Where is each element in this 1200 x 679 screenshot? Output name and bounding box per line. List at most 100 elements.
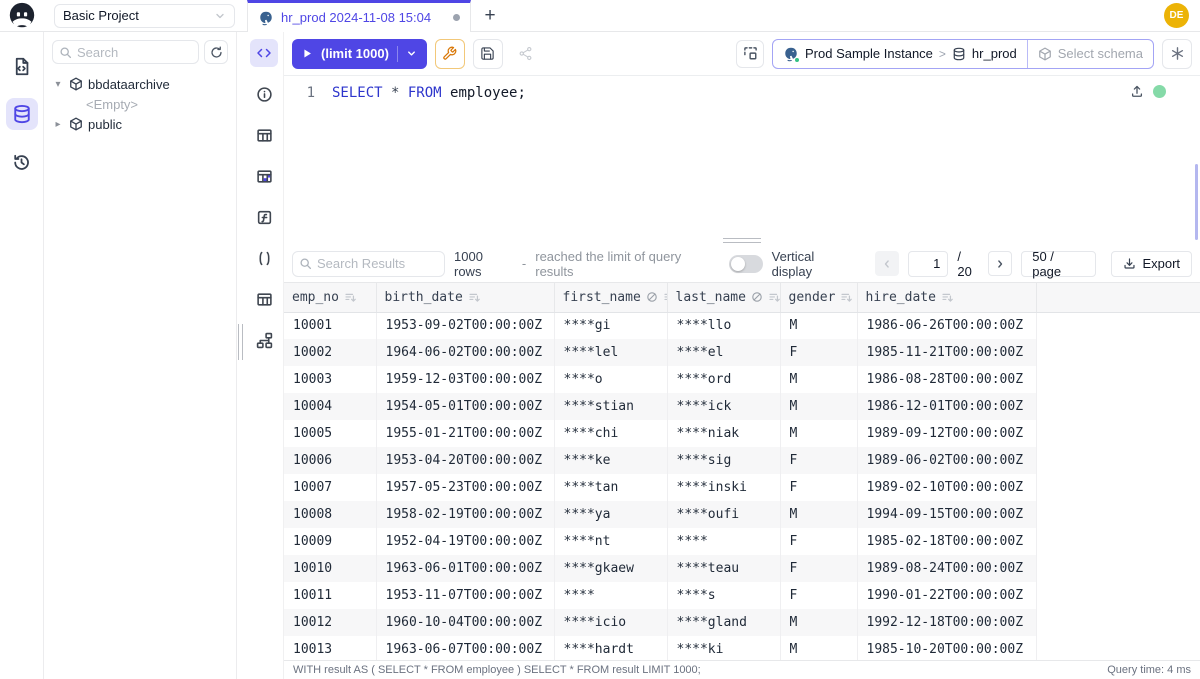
column-header-hire_date[interactable]: hire_date	[857, 283, 1036, 312]
vertical-display-toggle[interactable]	[729, 255, 763, 273]
sidebar-resize-handle[interactable]	[237, 32, 245, 679]
results-search-input[interactable]	[317, 256, 438, 271]
format-sql-button[interactable]	[435, 39, 465, 69]
project-selector[interactable]: Basic Project	[54, 4, 235, 28]
table-cell[interactable]: M	[780, 501, 857, 528]
column-header-gender[interactable]: gender	[780, 283, 857, 312]
table-cell[interactable]: 10008	[284, 501, 376, 528]
table-cell[interactable]: 10003	[284, 366, 376, 393]
table-cell[interactable]: 10002	[284, 339, 376, 366]
table-cell[interactable]: ****oufi	[667, 501, 780, 528]
next-page-button[interactable]	[988, 251, 1013, 276]
column-header-birth_date[interactable]: birth_date	[376, 283, 554, 312]
tree-node-bbdataarchive[interactable]: ▾ bbdataarchive	[48, 74, 232, 94]
table-cell[interactable]: ****	[667, 528, 780, 555]
table-cell[interactable]: ****gi	[554, 312, 667, 339]
table-cell[interactable]: ****s	[667, 582, 780, 609]
table-cell[interactable]: 1958-02-19T00:00:00Z	[376, 501, 554, 528]
table-cell[interactable]: ****chi	[554, 420, 667, 447]
table-cell[interactable]: 10010	[284, 555, 376, 582]
view-schema-diagram[interactable]	[250, 326, 278, 354]
page-size-selector[interactable]: 50 / page	[1021, 251, 1096, 277]
table-cell[interactable]: 1960-10-04T00:00:00Z	[376, 609, 554, 636]
table-cell[interactable]: 1953-11-07T00:00:00Z	[376, 582, 554, 609]
table-cell[interactable]: ****ke	[554, 447, 667, 474]
table-cell[interactable]: ****ick	[667, 393, 780, 420]
table-cell[interactable]: ****ki	[667, 636, 780, 660]
table-cell[interactable]: 1963-06-07T00:00:00Z	[376, 636, 554, 660]
view-external-tables[interactable]	[250, 285, 278, 313]
sort-icon[interactable]	[344, 291, 357, 304]
table-cell[interactable]: 1963-06-01T00:00:00Z	[376, 555, 554, 582]
table-cell[interactable]: 1989-06-02T00:00:00Z	[857, 447, 1036, 474]
table-cell[interactable]: ****	[554, 582, 667, 609]
table-cell[interactable]: ****teau	[667, 555, 780, 582]
table-cell[interactable]: M	[780, 312, 857, 339]
table-cell[interactable]: 1985-11-21T00:00:00Z	[857, 339, 1036, 366]
table-cell[interactable]: 1959-12-03T00:00:00Z	[376, 366, 554, 393]
table-cell[interactable]: ****stian	[554, 393, 667, 420]
connection-selector[interactable]: Prod Sample Instance > hr_prod	[773, 40, 1027, 68]
table-cell[interactable]: ****el	[667, 339, 780, 366]
table-cell[interactable]: 1986-06-26T00:00:00Z	[857, 312, 1036, 339]
table-cell[interactable]: F	[780, 582, 857, 609]
table-cell[interactable]: F	[780, 447, 857, 474]
nav-databases[interactable]	[6, 98, 38, 130]
table-cell[interactable]: 1953-09-02T00:00:00Z	[376, 312, 554, 339]
table-cell[interactable]: ****hardt	[554, 636, 667, 660]
table-cell[interactable]: 10013	[284, 636, 376, 660]
table-cell[interactable]: 1954-05-01T00:00:00Z	[376, 393, 554, 420]
table-cell[interactable]: ****nt	[554, 528, 667, 555]
table-cell[interactable]: 1952-04-19T00:00:00Z	[376, 528, 554, 555]
save-sheet-button[interactable]	[473, 39, 503, 69]
table-cell[interactable]: 1985-02-18T00:00:00Z	[857, 528, 1036, 555]
table-cell[interactable]: ****ord	[667, 366, 780, 393]
table-cell[interactable]: ****ya	[554, 501, 667, 528]
table-cell[interactable]: 10006	[284, 447, 376, 474]
table-cell[interactable]: ****inski	[667, 474, 780, 501]
table-cell[interactable]: 1989-08-24T00:00:00Z	[857, 555, 1036, 582]
user-avatar[interactable]: DE	[1164, 3, 1189, 28]
nav-worksheets[interactable]	[6, 50, 38, 82]
table-cell[interactable]: M	[780, 609, 857, 636]
sort-icon[interactable]	[468, 291, 481, 304]
table-cell[interactable]: M	[780, 636, 857, 660]
run-query-button[interactable]: (limit 1000)	[292, 39, 427, 69]
results-search[interactable]	[292, 251, 445, 277]
table-cell[interactable]: 1994-09-15T00:00:00Z	[857, 501, 1036, 528]
prev-page-button[interactable]	[875, 251, 900, 276]
worksheet-tab[interactable]: hr_prod 2024-11-08 15:04	[247, 0, 471, 32]
table-cell[interactable]: 10011	[284, 582, 376, 609]
table-cell[interactable]: 1955-01-21T00:00:00Z	[376, 420, 554, 447]
view-tables[interactable]	[250, 121, 278, 149]
sql-editor[interactable]: 1 SELECT * FROM employee;	[284, 76, 1200, 236]
table-cell[interactable]: 1964-06-02T00:00:00Z	[376, 339, 554, 366]
table-cell[interactable]: 10001	[284, 312, 376, 339]
caret-down-icon[interactable]: ▾	[52, 79, 64, 90]
column-header-last_name[interactable]: last_name	[667, 283, 780, 312]
column-header-emp_no[interactable]: emp_no	[284, 283, 376, 312]
table-cell[interactable]: 10009	[284, 528, 376, 555]
table-cell[interactable]: 1990-01-22T00:00:00Z	[857, 582, 1036, 609]
table-cell[interactable]: ****llo	[667, 312, 780, 339]
table-cell[interactable]: 10012	[284, 609, 376, 636]
sort-icon[interactable]	[941, 291, 954, 304]
table-cell[interactable]: 1953-04-20T00:00:00Z	[376, 447, 554, 474]
view-functions[interactable]	[250, 203, 278, 231]
view-code[interactable]	[250, 39, 278, 67]
sort-icon[interactable]	[663, 291, 667, 304]
table-cell[interactable]: F	[780, 339, 857, 366]
sort-icon[interactable]	[840, 291, 853, 304]
table-cell[interactable]: 1986-12-01T00:00:00Z	[857, 393, 1036, 420]
table-cell[interactable]: M	[780, 393, 857, 420]
table-cell[interactable]: ****lel	[554, 339, 667, 366]
results-resize-handle[interactable]	[284, 236, 1200, 245]
view-procedures[interactable]	[250, 244, 278, 272]
table-cell[interactable]: F	[780, 555, 857, 582]
batch-query-button[interactable]	[736, 40, 764, 68]
sort-icon[interactable]	[768, 291, 780, 304]
caret-right-icon[interactable]: ▸	[52, 119, 64, 130]
refresh-schema-button[interactable]	[204, 40, 228, 64]
chevron-down-icon[interactable]	[406, 48, 417, 59]
sidebar-search[interactable]	[52, 40, 199, 64]
